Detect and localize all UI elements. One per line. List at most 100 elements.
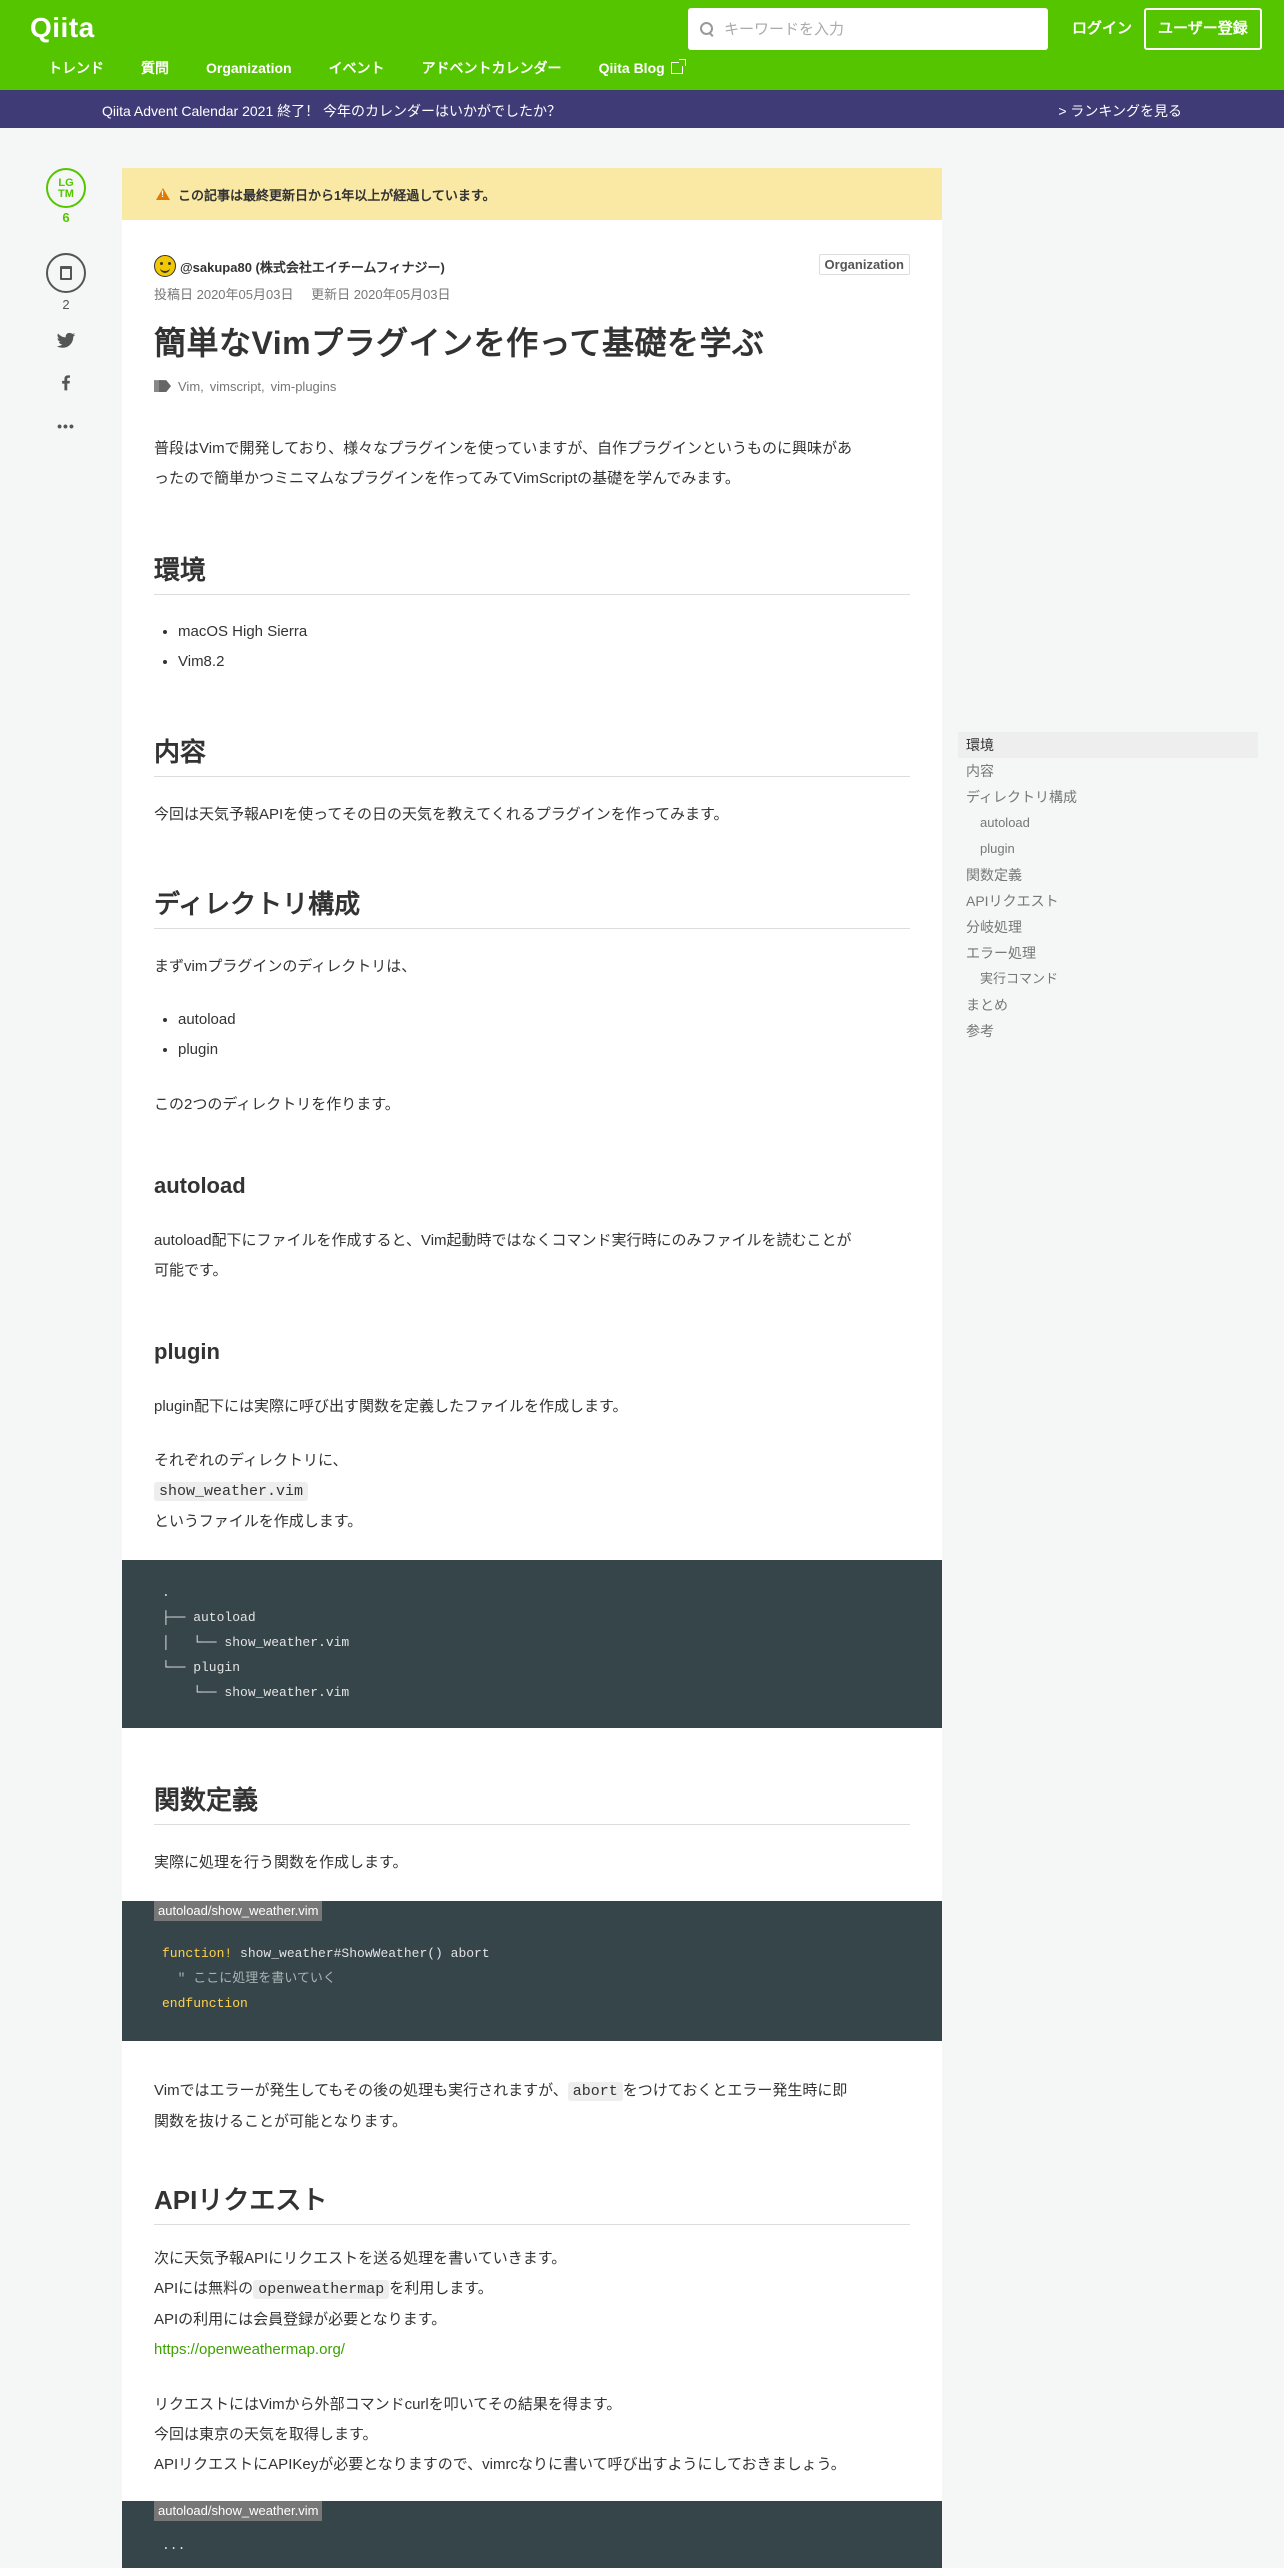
heading-api: APIリクエスト (154, 2184, 910, 2225)
heading-function: 関数定義 (154, 1784, 910, 1825)
nav-events[interactable]: イベント (329, 58, 385, 78)
code2-line-1: function! show_weather#ShowWeather() abo… (122, 1941, 942, 1966)
environment-list: macOS High Sierra Vim8.2 (154, 617, 910, 677)
more-options-icon[interactable]: ••• (54, 414, 78, 438)
toc-item-content[interactable]: 内容 (958, 758, 1258, 784)
tree-line-5: └── show_weather.vim (162, 1685, 350, 1700)
search-input[interactable] (724, 20, 1024, 38)
outdated-warning: この記事は最終更新日から1年以上が経過しています。 (122, 168, 942, 220)
request-line-3: APIリクエストにAPIKeyが必要となりますので、vimrcなりに書いて呼び出… (154, 2456, 846, 2473)
tag-vim[interactable]: Vim, (178, 379, 204, 394)
announcement-bar: Qiita Advent Calendar 2021 終了！ 今年のカレンダーは… (0, 90, 1284, 128)
toc-item-command[interactable]: 実行コマンド (958, 966, 1258, 992)
request-line-1: リクエストにはVimから外部コマンドcurlを叩いてその結果を得ます。 (154, 2396, 622, 2413)
abort-paragraph: Vimではエラーが発生してもその後の処理も実行されますが、 abort をつけておく… (154, 2076, 910, 2137)
article-title: 簡単なVimプラグインを作って基礎を学ぶ (154, 325, 765, 361)
login-button[interactable]: ログイン (1060, 8, 1144, 50)
directory-tree-code: . ├── autoload │ └── show_weather.vim └─… (122, 1560, 942, 1728)
warning-icon (156, 188, 170, 200)
heading-environment: 環境 (154, 554, 910, 595)
openweathermap-link[interactable]: https://openweathermap.org/ (154, 2341, 345, 2358)
search-box[interactable] (688, 8, 1048, 50)
table-of-contents: 環境 内容 ディレクトリ構成 autoload plugin 関数定義 APIリ… (958, 732, 1258, 1044)
heading-plugin: plugin (154, 1339, 220, 1364)
nav-organization[interactable]: Organization (206, 58, 292, 78)
api-line-1: 次に天気予報APIにリクエストを送る処理を書いていきます。 (154, 2250, 567, 2267)
tag-list: Vim, vimscript, vim-plugins (154, 379, 910, 394)
posted-date: 投稿日 2020年05月03日 (154, 287, 294, 302)
env-item-vim: Vim8.2 (178, 647, 910, 677)
directory-after: この2つのディレクトリを作ります。 (154, 1096, 400, 1113)
each-directory-line: それぞれのディレクトリに、 (154, 1452, 348, 1469)
global-nav: トレンド 質問 Organization イベント アドベントカレンダー Qii… (48, 58, 720, 78)
abort-text-b: をつけておくとエラー発生時に即 (622, 2082, 848, 2099)
toc-item-plugin[interactable]: plugin (958, 836, 1258, 862)
autoload-line-2: 可能です。 (154, 1262, 228, 1279)
file-name-code: show_weather.vim (154, 1482, 309, 1501)
request-paragraph: リクエストにはVimから外部コマンドcurlを叩いてその結果を得ます。 今回は東… (154, 2390, 910, 2480)
tag-vimscript[interactable]: vimscript, (210, 379, 265, 394)
code2-comment: " ここに処理を書いていく (162, 1971, 336, 1986)
function-paragraph: 実際に処理を行う関数を作成します。 (154, 1854, 408, 1871)
article-actions: LG TM 6 2 ••• (44, 168, 88, 438)
api-code-block: autoload/show_weather.vim ... (122, 2501, 942, 2568)
lgtm-button[interactable]: LG TM (46, 168, 86, 208)
toc-item-autoload[interactable]: autoload (958, 810, 1258, 836)
api-text-b: を利用します。 (389, 2280, 493, 2297)
intro-paragraph: 普段はVimで開発しており、様々なプラグインを使っていますが、自作プラグインとい… (154, 434, 910, 494)
abort-code: abort (567, 2082, 623, 2101)
dir-item-plugin: plugin (178, 1035, 910, 1065)
tag-vim-plugins[interactable]: vim-plugins (271, 379, 337, 394)
nav-trend[interactable]: トレンド (48, 58, 104, 78)
signup-button[interactable]: ユーザー登録 (1144, 8, 1262, 50)
toc-item-function[interactable]: 関数定義 (958, 862, 1258, 888)
nav-advent-calendar[interactable]: アドベントカレンダー (422, 58, 562, 78)
keyword-function: function! (162, 1946, 233, 1961)
external-link-icon (670, 59, 686, 74)
site-header: Qiita ログイン ユーザー登録 トレンド 質問 Organization イ… (0, 0, 1284, 90)
article-card: この記事は最終更新日から1年以上が経過しています。 @sakupa80 (株式会… (122, 168, 942, 2568)
function-code-block: autoload/show_weather.vim function! show… (122, 1901, 942, 2041)
facebook-icon[interactable] (54, 372, 78, 396)
api-paragraph: 次に天気予報APIにリクエストを送る処理を書いていきます。 APIには無料の op… (154, 2244, 910, 2365)
toc-item-environment[interactable]: 環境 (958, 732, 1258, 758)
toc-item-branch[interactable]: 分岐処理 (958, 914, 1258, 940)
toc-item-references[interactable]: 参考 (958, 1018, 1258, 1044)
abort-text-a: Vimではエラーが発生してもその後の処理も実行されますが、 (154, 2082, 568, 2099)
nav-questions[interactable]: 質問 (141, 58, 169, 78)
tree-line-2: ├── autoload (162, 1610, 256, 1625)
tree-line-3: │ └── show_weather.vim (162, 1635, 350, 1650)
announcement-message[interactable]: Qiita Advent Calendar 2021 終了！ 今年のカレンダーは… (102, 101, 561, 121)
article-header: @sakupa80 (株式会社エイチームフィナジー) Organization … (122, 252, 942, 394)
autoload-line-1: autoload配下にファイルを作成すると、Vim起動時ではなくコマンド実行時に… (154, 1232, 852, 1249)
qiita-logo[interactable]: Qiita (30, 12, 95, 44)
warning-text: この記事は最終更新日から1年以上が経過しています。 (178, 187, 496, 203)
ranking-link[interactable]: > ランキングを見る (1058, 101, 1182, 121)
author-name[interactable]: @sakupa80 (株式会社エイチームフィナジー) (180, 257, 445, 276)
toc-item-summary[interactable]: まとめ (958, 992, 1258, 1018)
lgtm-count: 6 (62, 210, 70, 225)
api-line-3: APIの利用には会員登録が必要となります。 (154, 2311, 447, 2328)
dir-item-autoload: autoload (178, 1005, 910, 1035)
heading-content: 内容 (154, 736, 910, 777)
code-filename: autoload/show_weather.vim (154, 1901, 323, 1921)
twitter-icon[interactable] (54, 330, 78, 354)
toc-item-api[interactable]: APIリクエスト (958, 888, 1258, 914)
plugin-paragraph: plugin配下には実際に呼び出す関数を定義したファイルを作成します。 (154, 1398, 628, 1415)
author-row: @sakupa80 (株式会社エイチームフィナジー) Organization (154, 252, 910, 280)
toc-item-error[interactable]: エラー処理 (958, 940, 1258, 966)
keyword-endfunction: endfunction (162, 1996, 248, 2011)
code3-filename: autoload/show_weather.vim (154, 2501, 323, 2521)
stock-count: 2 (62, 297, 70, 312)
nav-qiita-blog[interactable]: Qiita Blog (599, 58, 686, 78)
intro-line-1: 普段はVimで開発しており、様々なプラグインを使っていますが、自作プラグインとい… (154, 440, 853, 457)
env-item-os: macOS High Sierra (178, 617, 910, 647)
api-text-a: APIには無料の (154, 2280, 254, 2297)
author-avatar[interactable] (154, 255, 176, 277)
tree-line-4: └── plugin (162, 1660, 241, 1675)
tree-line-1: . (162, 1585, 170, 1600)
stock-button[interactable] (46, 253, 86, 293)
organization-badge[interactable]: Organization (818, 254, 910, 275)
function-signature: show_weather#ShowWeather() abort (232, 1946, 490, 1961)
toc-item-directory[interactable]: ディレクトリ構成 (958, 784, 1258, 810)
